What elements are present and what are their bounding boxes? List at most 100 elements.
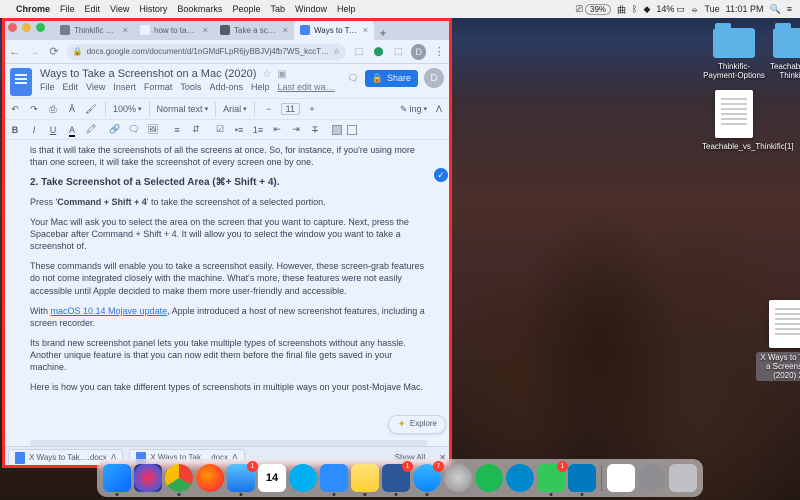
gdoc-menu-format[interactable]: Format [144, 82, 173, 92]
color-swatch-2[interactable] [347, 125, 357, 135]
status-dropbox-icon[interactable]: ◆ [643, 4, 650, 15]
checklist-icon[interactable]: ☑ [213, 124, 227, 135]
back-icon[interactable]: ← [8, 46, 22, 58]
close-tab-icon[interactable]: × [203, 25, 208, 35]
dock-app-appstore[interactable]: 7 [413, 464, 441, 492]
numbered-list-icon[interactable]: 1≡ [251, 125, 265, 135]
menubar-history[interactable]: History [139, 4, 167, 14]
forward-icon[interactable]: → [28, 46, 42, 58]
gdoc-menu-file[interactable]: File [40, 82, 55, 92]
gdoc-menu-help[interactable]: Help [251, 82, 270, 92]
dock-app-doc-recent[interactable] [607, 464, 635, 492]
extension-icon-2[interactable]: ⬤ [372, 45, 386, 59]
omnibox[interactable]: 🔒 docs.google.com/document/d/1nGMdFLpR6j… [67, 44, 346, 60]
saved-check-icon[interactable]: ✓ [434, 168, 448, 182]
dock-app-zoom[interactable] [320, 464, 348, 492]
comment-icon[interactable]: 🗨 [127, 124, 141, 135]
minimize-window-button[interactable] [22, 23, 31, 32]
gdoc-last-edit[interactable]: Last edit wa… [277, 82, 334, 92]
status-battery[interactable]: 14% ▭ [656, 4, 685, 15]
menubar-view[interactable]: View [110, 4, 129, 14]
gdoc-menu-tools[interactable]: Tools [180, 82, 201, 92]
browser-tab[interactable]: Take a screensh…× [214, 20, 294, 40]
doc-title[interactable]: Ways to Take a Screenshot on a Mac (2020… [40, 68, 256, 80]
dock-app-word[interactable]: 1 [382, 464, 410, 492]
editing-mode-dropdown[interactable]: ✎ ing▾ [400, 104, 427, 115]
indent-dec-icon[interactable]: ⇤ [270, 124, 284, 135]
font-dropdown[interactable]: Arial▾ [223, 104, 247, 114]
dock-app-trash[interactable] [669, 464, 697, 492]
align-left-icon[interactable]: ≡ [170, 125, 184, 135]
bold-icon[interactable]: B [8, 125, 22, 135]
notification-center-icon[interactable]: ≡ [787, 4, 792, 14]
comments-icon[interactable]: 🗨 [347, 73, 358, 84]
dock-app-skype[interactable] [289, 464, 317, 492]
spellcheck-icon[interactable]: Ă [65, 104, 79, 114]
gdoc-account-avatar[interactable]: D [424, 68, 444, 88]
close-tab-icon[interactable]: × [123, 25, 128, 35]
doc-move-icon[interactable]: ▣ [277, 69, 286, 80]
document-body[interactable]: ✓ is that it will take the screenshots o… [2, 140, 452, 438]
font-size[interactable]: 11 [281, 103, 300, 115]
line-spacing-icon[interactable]: ⇵ [189, 124, 203, 135]
chrome-menu-icon[interactable]: ⋮ [432, 45, 446, 58]
desktop-folder-icon[interactable]: Teachable Vs Thinkific [762, 28, 800, 80]
dock-app-notes[interactable] [351, 464, 379, 492]
desktop-doc-icon[interactable]: Teachable_vs_Thinkific[1] [702, 90, 766, 151]
explore-button[interactable]: ✦Explore [388, 415, 446, 435]
status-screencast[interactable]: ⎚39% [576, 4, 611, 15]
italic-icon[interactable]: I [27, 125, 41, 135]
menubar-help[interactable]: Help [337, 4, 356, 14]
menubar-tab[interactable]: Tab [270, 4, 285, 14]
font-size-dec[interactable]: − [262, 104, 276, 114]
image-icon[interactable]: 🖼 [146, 124, 160, 135]
style-dropdown[interactable]: Normal text▾ [157, 104, 209, 114]
menubar-bookmarks[interactable]: Bookmarks [177, 4, 222, 14]
dock-app-telegram[interactable] [506, 464, 534, 492]
dock-app-firefox[interactable] [196, 464, 224, 492]
bulleted-list-icon[interactable]: •≡ [232, 125, 246, 135]
dock-app-downloads[interactable] [638, 464, 666, 492]
collapse-toolbar-icon[interactable]: ᐱ [432, 104, 446, 115]
extension-icon-3[interactable]: ⬚ [391, 45, 405, 59]
extension-icon-1[interactable]: ⬚ [352, 45, 366, 59]
redo-icon[interactable]: ↷ [27, 104, 41, 115]
clear-format-icon[interactable]: T [308, 125, 322, 135]
color-swatch-1[interactable] [332, 125, 342, 135]
highlight-icon[interactable]: 🖍 [84, 124, 98, 135]
menubar-window[interactable]: Window [295, 4, 327, 14]
text-color-icon[interactable]: A [65, 125, 79, 135]
dock-app-mail[interactable]: 1 [227, 464, 255, 492]
dock-app-settings[interactable] [444, 464, 472, 492]
zoom-window-button[interactable] [36, 23, 45, 32]
dock-app-trello[interactable] [568, 464, 596, 492]
status-bluetooth-icon[interactable]: ᛒ [632, 4, 637, 14]
desktop-doc-icon[interactable]: X Ways to Take a Screens…(2020) 2 [756, 300, 800, 381]
dock-app-spotify[interactable] [475, 464, 503, 492]
doc-star-icon[interactable]: ☆ [262, 69, 271, 80]
browser-tab[interactable]: how to take scre…× [134, 20, 214, 40]
menubar-app-name[interactable]: Chrome [16, 4, 50, 14]
underline-icon[interactable]: U [46, 125, 60, 135]
close-tab-icon[interactable]: × [283, 25, 288, 35]
dock-app-messages[interactable]: 1 [537, 464, 565, 492]
dock-app-finder[interactable] [103, 464, 131, 492]
status-wifi-icon[interactable]: ⦵ [691, 4, 699, 15]
gdoc-menu-insert[interactable]: Insert [113, 82, 136, 92]
gdoc-menu-addons[interactable]: Add-ons [209, 82, 243, 92]
close-window-button[interactable] [8, 23, 17, 32]
new-tab-button[interactable]: + [374, 26, 392, 40]
link-icon[interactable]: 🔗 [108, 124, 122, 135]
font-size-inc[interactable]: + [305, 104, 319, 114]
browser-tab[interactable]: Thinkific vs Tea…× [54, 20, 134, 40]
menubar-edit[interactable]: Edit [85, 4, 101, 14]
star-bookmark-icon[interactable]: ☆ [333, 47, 340, 56]
undo-icon[interactable]: ↶ [8, 104, 22, 115]
close-tab-icon[interactable]: × [363, 25, 368, 35]
paint-format-icon[interactable]: 🖌 [84, 104, 98, 115]
dock-app-siri[interactable] [134, 464, 162, 492]
dock-app-calendar[interactable]: 14 [258, 464, 286, 492]
chrome-profile-avatar[interactable]: D [411, 44, 427, 60]
print-icon[interactable]: ⎙ [46, 104, 60, 115]
gdoc-menu-view[interactable]: View [86, 82, 105, 92]
